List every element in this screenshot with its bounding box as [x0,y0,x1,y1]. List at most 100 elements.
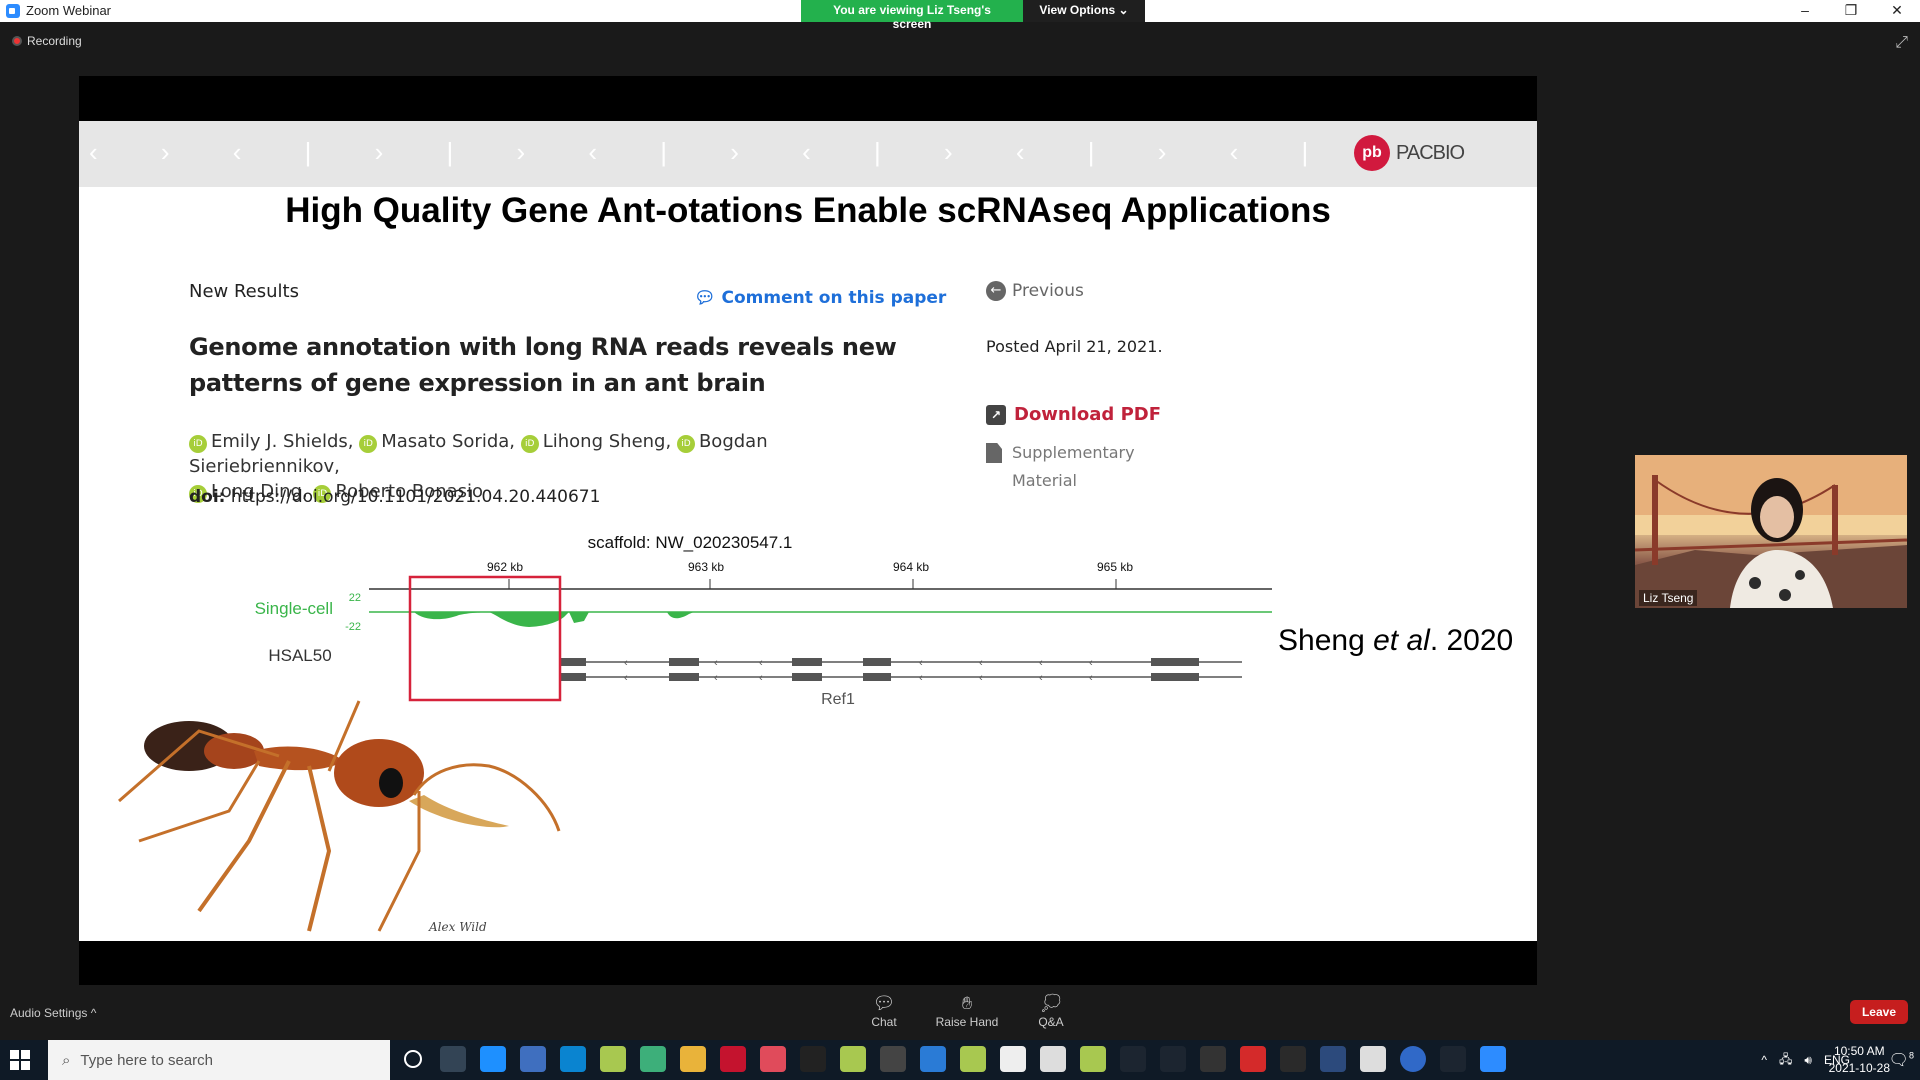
notification-icon[interactable]: 🗨︎8 [1889,1050,1914,1070]
coverage-peak [414,612,589,627]
task-view-icon[interactable] [440,1046,466,1072]
ie-icon[interactable] [480,1046,506,1072]
track-label-hsal50: HSAL50 [268,646,331,665]
svg-text:‹: ‹ [1089,657,1093,669]
viewing-notice: You are viewing Liz Tseng's screen [801,0,1023,31]
app-icon[interactable] [600,1046,626,1072]
notification-count: 8 [1908,1050,1914,1061]
citation-year: . 2020 [1429,624,1514,657]
chat-button[interactable]: 💬︎ Chat [849,993,919,1029]
restore-button[interactable]: ❐ [1828,0,1874,22]
svg-text:‹: ‹ [1089,672,1093,684]
close-button[interactable]: ✕ [1874,0,1920,22]
edge-icon[interactable] [560,1046,586,1072]
meeting-controls: Audio Settings ^ 💬︎ Chat ✋︎ Raise Hand 💭… [0,985,1920,1040]
svg-text:‹: ‹ [759,657,763,669]
svg-text:‹: ‹ [919,657,923,669]
minimize-button[interactable]: – [1782,0,1828,22]
photographer-signature: Alex Wild [428,920,487,934]
screen-share-banner: You are viewing Liz Tseng's screen View … [801,0,1145,31]
zoom-taskbar-icon[interactable] [1480,1046,1506,1072]
ant-photo: Alex Wild [118,700,561,934]
tick-label: 964 kb [893,560,929,574]
zoom-logo-icon [6,3,20,18]
r-icon[interactable] [1400,1046,1426,1072]
leave-button[interactable]: Leave [1849,1000,1908,1024]
svg-text:‹: ‹ [1039,657,1043,669]
chevron-up-icon[interactable]: ^ [1761,1053,1767,1067]
citation-etal: et al [1373,624,1430,657]
svg-text:‹: ‹ [624,657,628,669]
folder-icon[interactable] [680,1046,706,1072]
qa-button[interactable]: 💭︎ Q&A [1016,993,1086,1029]
chat-icon: 💬︎ [872,993,896,1013]
recording-label: Recording [27,34,82,48]
app-icon[interactable] [1000,1046,1026,1072]
app-icon[interactable] [1040,1046,1066,1072]
app-icon[interactable] [720,1046,746,1072]
clock-date: 2021-10-28 [1828,1061,1890,1075]
svg-text:‹: ‹ [624,672,628,684]
fullscreen-icon[interactable]: ⤢ [1895,34,1908,52]
svg-text:‹: ‹ [714,672,718,684]
search-icon: ⌕ [62,1051,71,1069]
search-placeholder: Type here to search [80,1051,213,1069]
highlight-box [408,575,562,702]
hand-icon: ✋︎ [961,993,973,1013]
svg-text:‹: ‹ [919,672,923,684]
svg-text:‹: ‹ [759,672,763,684]
shared-screen: ‹ › ‹ | › | › ‹ | › ‹ | › ‹ | › ‹ | pb P… [79,76,1537,986]
video-scene [1635,455,1907,608]
svg-text:‹: ‹ [1039,672,1043,684]
github-icon[interactable] [1280,1046,1306,1072]
app-icon[interactable] [1360,1046,1386,1072]
app-icon[interactable] [1120,1046,1146,1072]
globe-icon[interactable] [640,1046,666,1072]
citation-author: Sheng [1278,624,1374,657]
qa-label: Q&A [1038,1015,1064,1029]
app-icon[interactable] [1320,1046,1346,1072]
app-icon[interactable] [520,1046,546,1072]
clock-time: 10:50 AM [1833,1044,1885,1058]
qa-icon: 💭︎ [1039,993,1063,1013]
window-controls: – ❐ ✕ [1782,0,1920,22]
cortana-icon[interactable] [404,1050,422,1068]
app-icon[interactable] [960,1046,986,1072]
app-icon[interactable] [800,1046,826,1072]
svg-text:‹: ‹ [714,657,718,669]
audio-settings-button[interactable]: Audio Settings ^ [10,1006,96,1020]
chat-label: Chat [871,1015,897,1029]
tick-label: 962 kb [487,560,523,574]
recording-indicator: Recording [12,34,82,48]
app-icon[interactable] [1080,1046,1106,1072]
network-icon[interactable]: 🖧︎ [1779,1050,1792,1071]
tick-label: 963 kb [688,560,724,574]
app-icon[interactable] [760,1046,786,1072]
app-icon[interactable] [1160,1046,1186,1072]
system-clock[interactable]: 10:50 AM 2021-10-28 [1829,1043,1890,1077]
view-options-button[interactable]: View Options ⌄ [1023,0,1145,22]
participant-name: Liz Tseng [1639,590,1698,606]
track-scale-bottom: -22 [345,621,361,633]
app-icon[interactable] [1240,1046,1266,1072]
app-icon[interactable] [920,1046,946,1072]
app-icon[interactable] [1440,1046,1466,1072]
tick-label: 965 kb [1097,560,1133,574]
svg-text:‹: ‹ [979,672,983,684]
scaffold-label: scaffold: NW_020230547.1 [588,533,793,552]
speaker-video[interactable]: Liz Tseng [1635,455,1907,608]
app-title-group: Zoom Webinar [6,3,111,18]
citation: Sheng et al. 2020 [1278,624,1513,658]
taskbar-apps [400,1046,1506,1072]
taskbar-search[interactable]: ⌕ Type here to search [48,1040,390,1080]
app-icon[interactable] [880,1046,906,1072]
presentation-slide: ‹ › ‹ | › | › ‹ | › ‹ | › ‹ | › ‹ | pb P… [79,121,1537,941]
raise-hand-button[interactable]: ✋︎ Raise Hand [932,993,1002,1029]
app-icon[interactable] [840,1046,866,1072]
windows-taskbar: ⌕ Type here to search ^ 🖧︎ 🔊︎ ENG 10:50 … [0,1040,1920,1080]
track-label-single-cell: Single-cell [255,599,333,618]
app-title: Zoom Webinar [26,3,112,18]
volume-icon[interactable]: 🔊︎ [1804,1053,1812,1068]
windows-start-icon[interactable] [10,1050,30,1070]
word-icon[interactable] [1200,1046,1226,1072]
